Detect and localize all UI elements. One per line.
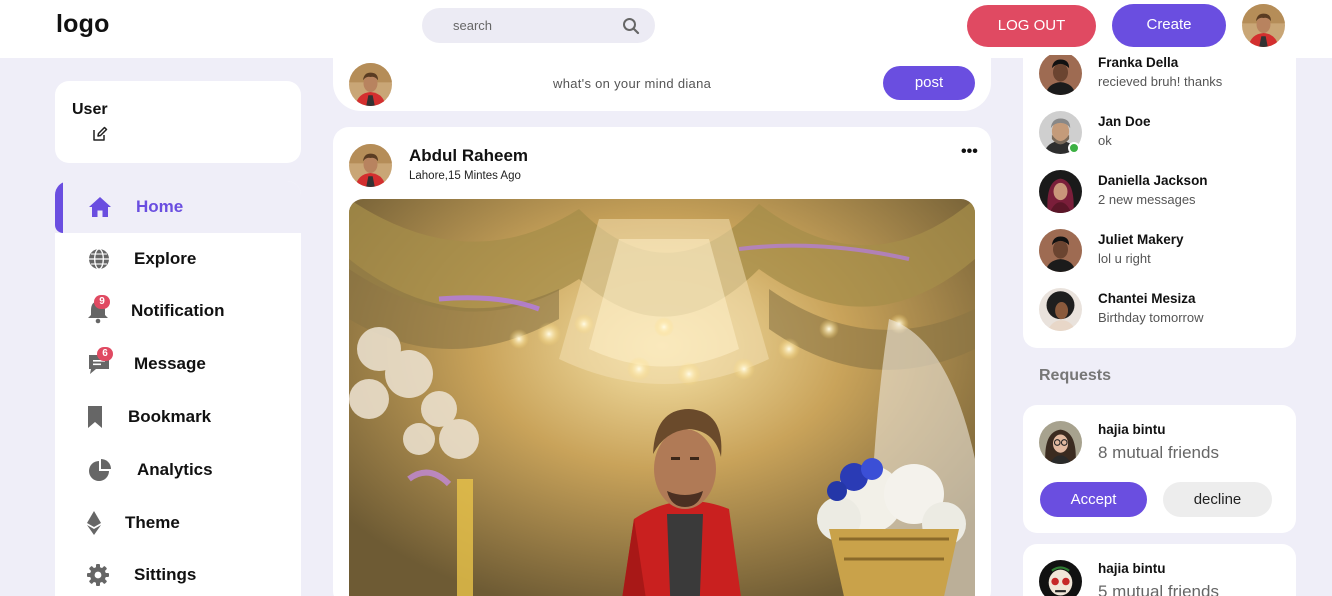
mutual-friends-count: 8 mutual friends	[1098, 443, 1219, 462]
notification-badge: 9	[94, 295, 110, 309]
post-composer: what's on your mind diana post	[333, 55, 991, 111]
sidebar-item-label: Theme	[125, 513, 180, 532]
message-item[interactable]: Jan Doe ok	[1023, 111, 1296, 167]
contact-avatar	[1039, 170, 1082, 213]
create-button[interactable]: Create	[1112, 4, 1226, 47]
sidebar-item-analytics[interactable]: Analytics	[55, 444, 301, 496]
post-author-name[interactable]: Abdul Raheem	[409, 146, 528, 166]
composer-input[interactable]: what's on your mind diana	[553, 76, 711, 91]
app-logo[interactable]: logo	[56, 10, 110, 39]
requester-avatar[interactable]	[1039, 560, 1082, 596]
message-preview: lol u right	[1098, 251, 1151, 266]
sidebar-item-settings[interactable]: Sittings	[55, 549, 301, 596]
user-card: User	[55, 81, 301, 163]
contact-avatar	[1039, 229, 1082, 272]
composer-avatar	[349, 63, 392, 106]
contact-name: Juliet Makery	[1098, 232, 1184, 247]
ethereum-icon	[81, 510, 107, 536]
contact-name: Franka Della	[1098, 55, 1179, 70]
messages-panel: Franka Della recieved bruh! thanks Jan D…	[1023, 55, 1296, 348]
bookmark-icon	[83, 404, 109, 430]
requester-name[interactable]: hajia bintu	[1098, 422, 1166, 437]
search-bar[interactable]: search	[422, 8, 655, 43]
profile-avatar[interactable]	[1242, 4, 1285, 47]
sidebar-item-label: Sittings	[134, 565, 197, 584]
post-button[interactable]: post	[883, 66, 975, 100]
sidebar-item-message[interactable]: 6 Message	[55, 338, 301, 390]
sidebar-item-notification[interactable]: 9 Notification	[55, 285, 301, 337]
requests-heading: Requests	[1039, 367, 1112, 384]
home-icon	[87, 194, 113, 220]
friend-request-card: hajia bintu 5 mutual friends	[1023, 544, 1296, 596]
mutual-friends-count: 5 mutual friends	[1098, 582, 1219, 596]
decline-button[interactable]: decline	[1163, 482, 1272, 517]
message-preview: ok	[1098, 133, 1112, 148]
message-badge: 6	[97, 347, 113, 361]
message-item[interactable]: Franka Della recieved bruh! thanks	[1023, 55, 1296, 108]
accept-button[interactable]: Accept	[1040, 482, 1147, 517]
post-author-avatar[interactable]	[349, 144, 392, 187]
sidebar-item-label: Explore	[134, 249, 197, 268]
message-preview: 2 new messages	[1098, 192, 1196, 207]
requester-avatar[interactable]	[1039, 421, 1082, 464]
gear-icon	[85, 562, 111, 588]
user-card-title: User	[72, 101, 108, 118]
sidebar-menu: Home Explore 9 Notification 6 Message Bo…	[55, 181, 301, 596]
message-preview: Birthday tomorrow	[1098, 310, 1204, 325]
sidebar-item-label: Bookmark	[128, 407, 212, 426]
pie-chart-icon	[87, 457, 113, 483]
message-item[interactable]: Chantei Mesiza Birthday tomorrow	[1023, 288, 1296, 344]
edit-icon[interactable]	[92, 126, 108, 142]
online-status-indicator	[1068, 142, 1080, 154]
contact-name: Daniella Jackson	[1098, 173, 1208, 188]
logout-button[interactable]: LOG OUT	[967, 5, 1096, 47]
message-preview: recieved bruh! thanks	[1098, 74, 1223, 89]
message-item[interactable]: Daniella Jackson 2 new messages	[1023, 170, 1296, 226]
contact-name: Jan Doe	[1098, 114, 1151, 129]
sidebar-item-theme[interactable]: Theme	[55, 497, 301, 549]
more-options-icon[interactable]: •••	[961, 143, 978, 161]
feed-post: Abdul Raheem Lahore,15 Mintes Ago •••	[333, 127, 991, 596]
top-navbar: logo search LOG OUT Create	[0, 0, 1332, 58]
requester-name[interactable]: hajia bintu	[1098, 561, 1166, 576]
sidebar-item-explore[interactable]: Explore	[55, 233, 301, 285]
sidebar-item-bookmark[interactable]: Bookmark	[55, 391, 301, 443]
globe-icon	[86, 246, 112, 272]
sidebar-item-label: Message	[134, 354, 206, 373]
contact-avatar	[1039, 288, 1082, 331]
sidebar-item-home[interactable]: Home	[55, 181, 301, 233]
message-item[interactable]: Juliet Makery lol u right	[1023, 229, 1296, 285]
contact-name: Chantei Mesiza	[1098, 291, 1196, 306]
contact-avatar	[1039, 55, 1082, 95]
sidebar-item-label: Notification	[131, 301, 225, 320]
sidebar-item-label: Home	[136, 197, 184, 216]
sidebar-item-label: Analytics	[137, 460, 213, 479]
search-icon[interactable]	[622, 17, 640, 35]
friend-request-card: hajia bintu 8 mutual friends Accept decl…	[1023, 405, 1296, 533]
search-input[interactable]: search	[453, 18, 492, 33]
post-meta: Lahore,15 Mintes Ago	[409, 170, 521, 182]
post-photo[interactable]	[349, 199, 975, 596]
